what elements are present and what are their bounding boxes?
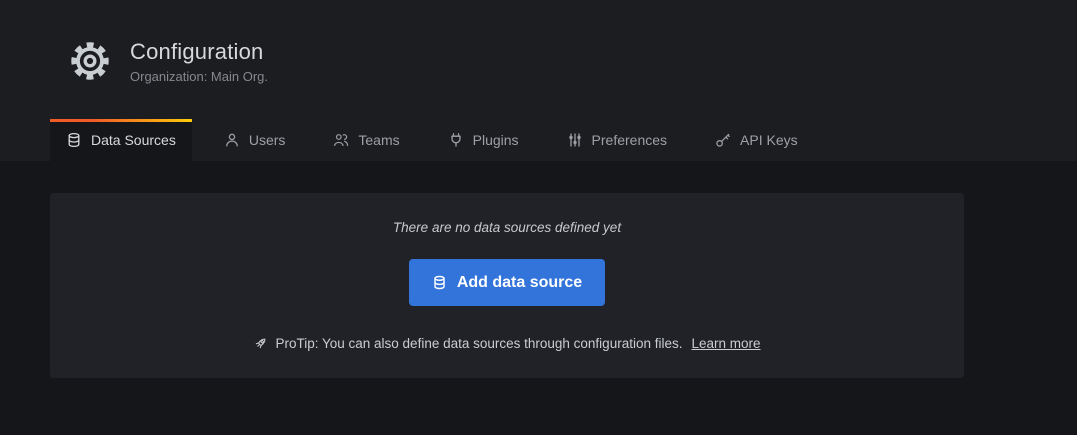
tab-label: Plugins <box>473 132 519 148</box>
page-header: Configuration Organization: Main Org. Da… <box>0 0 1077 161</box>
page-content: There are no data sources defined yet Ad… <box>0 161 1077 435</box>
tab-label: Teams <box>358 132 399 148</box>
header-titles: Configuration Organization: Main Org. <box>130 38 268 84</box>
tab-label: Users <box>249 132 286 148</box>
database-icon <box>66 132 82 148</box>
database-icon <box>432 275 447 290</box>
tab-label: Data Sources <box>91 132 176 148</box>
add-data-source-button[interactable]: Add data source <box>409 259 605 306</box>
gear-icon <box>68 38 112 84</box>
tab-api-keys[interactable]: API Keys <box>699 119 814 161</box>
sliders-icon <box>567 132 583 148</box>
users-icon <box>333 132 349 148</box>
page-subtitle: Organization: Main Org. <box>130 69 268 84</box>
protip-row: ProTip: You can also define data sources… <box>253 336 760 351</box>
plug-icon <box>448 132 464 148</box>
grafana-configuration-page: { "header": { "title": "Configuration", … <box>0 0 1077 435</box>
tab-plugins[interactable]: Plugins <box>432 119 535 161</box>
tab-preferences[interactable]: Preferences <box>551 119 683 161</box>
user-icon <box>224 132 240 148</box>
tab-teams[interactable]: Teams <box>317 119 415 161</box>
empty-datasources-panel: There are no data sources defined yet Ad… <box>50 193 964 378</box>
learn-more-link[interactable]: Learn more <box>691 336 760 351</box>
rocket-icon <box>253 336 268 351</box>
tab-label: Preferences <box>592 132 667 148</box>
header-title-block: Configuration Organization: Main Org. <box>68 38 268 84</box>
key-icon <box>715 132 731 148</box>
tab-data-sources[interactable]: Data Sources <box>50 119 192 161</box>
tab-users[interactable]: Users <box>208 119 302 161</box>
tab-label: API Keys <box>740 132 798 148</box>
protip-text: ProTip: You can also define data sources… <box>275 336 682 351</box>
config-tabbar: Data Sources Users <box>50 119 1077 161</box>
empty-state-message: There are no data sources defined yet <box>393 220 621 235</box>
page-title: Configuration <box>130 39 268 65</box>
add-button-label: Add data source <box>457 274 582 292</box>
